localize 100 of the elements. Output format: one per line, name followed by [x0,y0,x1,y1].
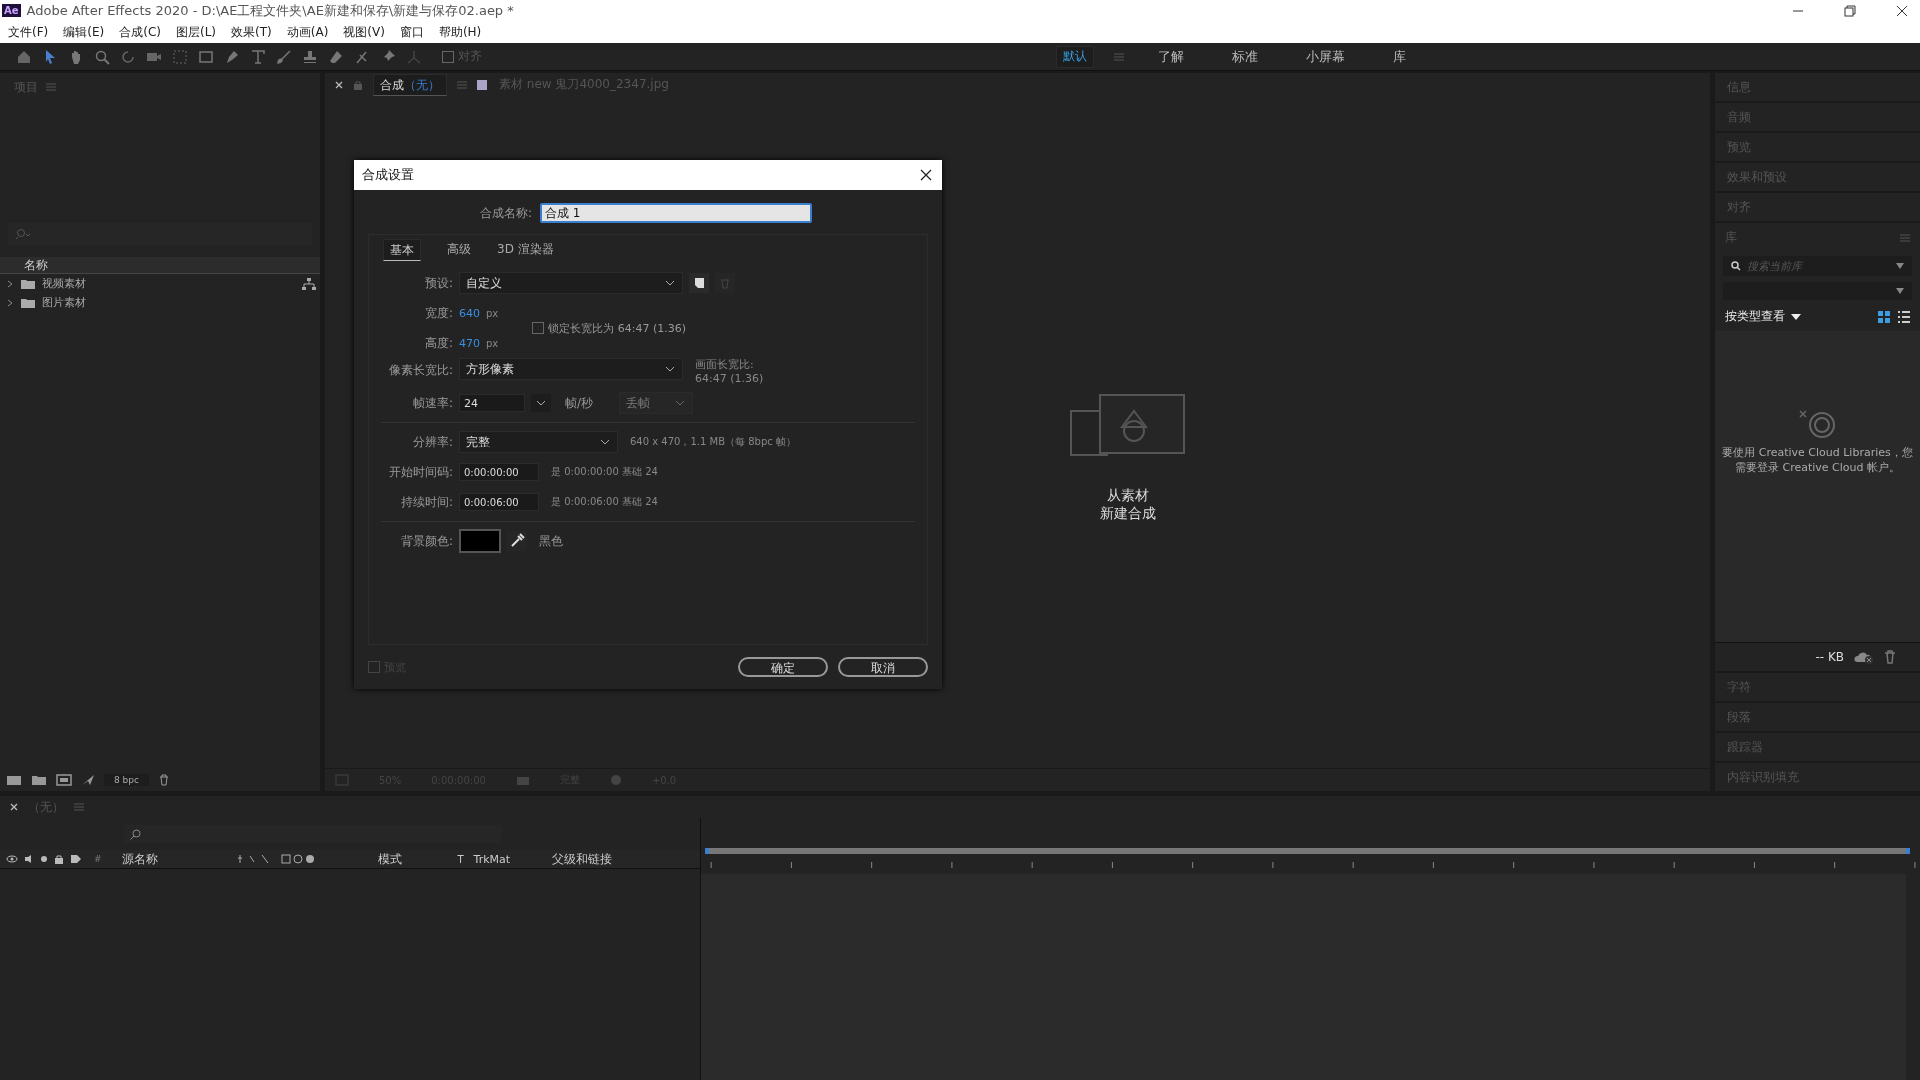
lock-icon[interactable] [54,854,64,864]
column-header[interactable]: T [457,853,468,865]
workspace-tab[interactable]: 默认 [1056,45,1094,68]
settings-tab[interactable]: 高级 [447,239,471,262]
field-label: 分辨率: [411,433,453,451]
folder-icon[interactable] [31,774,47,786]
field-label: 预设: [423,274,453,292]
caret-icon [664,279,676,287]
delete-icon[interactable] [157,774,170,786]
name-field[interactable]: 合成 1 [540,203,813,223]
height-value[interactable]: 470 [459,336,480,350]
duration-field[interactable]: 0:00:06:00 [459,493,539,511]
menu-item[interactable]: 视图(V) [343,23,385,41]
audio-icon[interactable] [24,854,34,864]
color-swatch[interactable] [459,529,501,553]
workspace-tab[interactable]: 库 [1379,47,1420,66]
field-label: 像素长宽比: [387,362,453,379]
composition-icon[interactable] [56,774,72,786]
project-item[interactable]: 视频素材 [0,274,320,293]
solo-icon[interactable] [40,855,48,863]
pixel-aspect-dropdown[interactable]: 方形像素 [459,358,683,380]
dropdown-icon [1896,288,1904,294]
field-label: 背景颜色: [399,532,453,550]
visibility-icon[interactable] [6,854,18,864]
column-header[interactable]: 源名称 [121,850,232,868]
caret-icon [664,365,676,373]
project-item[interactable]: 图片素材 [0,293,320,312]
bit-depth-button[interactable]: 8 bpc [104,774,149,786]
workspace-tab[interactable]: 标准 [1218,47,1272,66]
dropdown-icon[interactable] [1896,263,1904,269]
stamp-tool-icon[interactable] [302,48,318,65]
save-preset-icon[interactable] [689,273,709,293]
menu-item[interactable]: 动画(A) [286,23,329,41]
close-icon[interactable] [1896,4,1908,17]
menu-item[interactable]: 效果(T) [231,23,272,41]
folder-icon [20,296,36,309]
column-header[interactable]: 模式 [377,850,438,868]
empty-state-text[interactable]: 从素材 新建合成 [1099,486,1156,523]
rectangle-tool-icon[interactable] [198,48,214,65]
cancel-button[interactable]: 取消 [838,657,928,677]
view-by-dropdown[interactable]: 按类型查看 [1725,308,1801,325]
menu-item[interactable]: 图层(L) [175,23,217,41]
column-header[interactable]: 父级和链接 [551,850,612,868]
text-tool-icon[interactable] [250,48,266,65]
menu-item[interactable]: 合成(C) [119,23,161,41]
duration-info: 是 0:00:06:00 基础 24 [551,495,658,509]
grid-view-icon[interactable] [1878,310,1890,323]
resolution-dropdown[interactable]: 完整 [459,431,618,453]
label-icon[interactable] [70,854,82,864]
new-composition-icon[interactable] [1069,392,1186,457]
zoom-tool-icon[interactable] [94,48,110,65]
dialog-title: 合成设置 [362,166,414,184]
unit-label: px [486,337,499,349]
caret-icon [1791,313,1801,320]
lock-ratio-checkbox[interactable]: 锁定长宽比为 64:47 (1.36) [532,320,687,336]
preset-dropdown[interactable]: 自定义 [459,272,683,294]
delete-icon[interactable] [1884,650,1896,664]
resolution-info: 640 x 470，1.1 MB（每 8bpc 帧） [630,435,796,449]
workspace-tab[interactable]: 了解 [1144,47,1198,66]
menu-item[interactable]: 编辑(E) [63,23,105,41]
settings-tab[interactable]: 3D 渲染器 [497,239,554,262]
unit-label: 帧/秒 [565,394,594,412]
dropdown-icon[interactable] [531,394,551,412]
close-icon[interactable] [10,803,18,811]
frame-rate-field[interactable]: 24 [459,394,525,412]
column-header[interactable]: 名称 [24,256,48,274]
field-label: 宽度: [423,304,453,322]
frame-aspect-text: 画面长宽比: 64:47 (1.36) [695,358,764,386]
window-title: Adobe After Effects 2020 - D:\AE工程文件夹\AE新建和保存\新建与保存02.aep * [26,1,514,20]
list-view-icon[interactable] [1898,310,1910,323]
search-icon [16,228,32,240]
app-icon: Ae [2,4,21,17]
restore-icon[interactable] [1844,4,1856,17]
width-value[interactable]: 640 [459,306,480,320]
menu-item[interactable]: 窗口 [399,23,424,41]
menu-item[interactable]: 文件(F) [8,23,49,41]
pen-tool-icon[interactable] [224,48,240,65]
caret-icon [599,438,611,446]
flowchart-icon[interactable] [302,277,316,290]
unit-label: px [486,307,499,319]
settings-tab[interactable]: 基本 [383,239,421,261]
column-header[interactable]: TrkMat [473,852,544,866]
home-icon[interactable] [16,48,32,65]
track-area[interactable] [701,874,1906,1080]
rotate-tool-icon[interactable] [120,48,136,65]
brush-tool-icon[interactable] [276,48,292,65]
ok-button[interactable]: 确定 [738,657,828,677]
close-icon[interactable] [335,81,343,89]
interpret-footage-icon[interactable] [6,774,22,786]
color-name: 黑色 [539,532,563,550]
viewer-tab[interactable]: 合成（无） [373,74,447,96]
eraser-tool-icon[interactable] [328,48,344,65]
workspace-tab[interactable]: 小屏幕 [1292,47,1359,66]
lock-icon [353,80,363,90]
field-label: 持续时间: [399,493,453,511]
close-icon[interactable] [920,169,932,181]
menu-item[interactable]: 帮助(H) [438,23,482,41]
field-label: 合成名称: [480,204,533,222]
start-timecode-field[interactable]: 0:00:00:00 [459,463,539,481]
caret-icon [674,399,687,407]
